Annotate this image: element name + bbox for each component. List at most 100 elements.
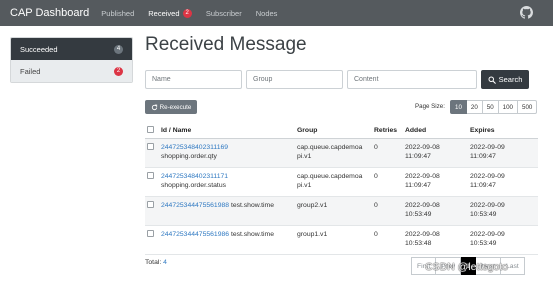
page-size-option[interactable]: 10 [450, 100, 467, 114]
github-icon[interactable] [520, 6, 533, 19]
column-header-id-name: Id / Name [161, 123, 297, 139]
row-select-cell [145, 167, 161, 197]
re-execute-label: Re-execute [159, 103, 192, 111]
total-count: Total: 4 [145, 259, 167, 266]
row-checkbox[interactable] [147, 171, 154, 179]
row-checkbox[interactable] [147, 200, 154, 208]
sidebar-item-succeeded[interactable]: Succeeded 4 [11, 38, 132, 60]
added-time: 10:53:49 [405, 211, 432, 218]
page-size-label: Page Size: [415, 103, 445, 110]
retries-cell: 0 [374, 225, 405, 255]
content-search-input[interactable] [347, 70, 477, 89]
nav-item-label: Nodes [255, 8, 278, 18]
message-name: test.show.time [230, 230, 275, 238]
expires-time: 11:09:47 [470, 153, 496, 160]
expires-cell: 2022-09-09 10:53:49 [470, 196, 538, 226]
column-header-expires: Expires [470, 123, 538, 139]
message-id-link[interactable]: 244725344475561986 [161, 231, 229, 238]
messages-table: Id / Name Group Retries Added Expires 24… [145, 123, 538, 255]
message-name: test.show.time [230, 201, 275, 209]
total-label: Total: [145, 259, 162, 266]
sidebar-item-label: Failed [20, 66, 41, 76]
table-header-row: Id / Name Group Retries Added Expires [145, 123, 538, 139]
message-name: shopping.order.qty [161, 153, 217, 160]
row-checkbox[interactable] [147, 229, 154, 237]
added-date: 2022-09-08 [405, 230, 440, 238]
table-row: 244725344475561988 test.show.time group2… [145, 196, 538, 226]
page-size-option[interactable]: 20 [466, 100, 483, 114]
group-cell: cap.queue.capdemoa pi.v1 [297, 167, 374, 197]
status-sidebar: Succeeded 4 Failed 2 [10, 37, 133, 83]
added-cell: 2022-09-08 10:53:49 [405, 196, 470, 226]
group-line: cap.queue.capdemoa [297, 172, 363, 180]
group-line: pi.v1 [297, 153, 312, 160]
group-cell: group2.v1 [297, 196, 374, 226]
column-header-added: Added [405, 123, 470, 139]
refresh-icon [151, 104, 157, 110]
expires-date: 2022-09-09 [470, 172, 505, 180]
group-cell: cap.queue.capdemoa pi.v1 [297, 138, 374, 168]
retries-cell: 0 [374, 138, 405, 168]
brand-title[interactable]: CAP Dashboard [10, 7, 89, 19]
select-all-cell [145, 123, 161, 139]
message-id-link[interactable]: 244725348402311171 [161, 172, 297, 182]
nav-item-nodes[interactable]: Nodes [256, 9, 278, 18]
nav-item-label: Published [101, 8, 135, 18]
top-navbar: CAP Dashboard Published Received 2 Subscr… [0, 0, 553, 26]
nav-item-label: Received [148, 8, 180, 18]
added-date: 2022-09-08 [405, 143, 440, 151]
expires-time: 10:53:49 [470, 211, 497, 218]
added-time: 11:09:47 [405, 182, 431, 189]
search-button[interactable]: Search [481, 70, 529, 89]
nav-item-subscriber[interactable]: Subscriber [206, 9, 242, 18]
nav-item-label: Subscriber [205, 8, 242, 18]
total-number: 4 [163, 259, 167, 266]
added-cell: 2022-09-08 10:53:48 [405, 225, 470, 255]
table-row: 244725348402311171 shopping.order.status … [145, 167, 538, 197]
page-size-option[interactable]: 100 [498, 100, 518, 114]
succeeded-count-badge: 4 [114, 44, 123, 54]
message-id-link[interactable]: 244725348402311169 [161, 143, 297, 153]
expires-date: 2022-09-09 [470, 201, 505, 209]
added-cell: 2022-09-08 11:09:47 [405, 138, 470, 168]
id-name-cell: 244725344475561988 test.show.time [161, 196, 297, 226]
name-search-input[interactable] [145, 70, 242, 89]
row-checkbox[interactable] [147, 142, 154, 150]
row-select-cell [145, 225, 161, 255]
expires-cell: 2022-09-09 10:53:49 [470, 225, 538, 255]
added-time: 11:09:47 [405, 153, 431, 160]
column-header-group: Group [297, 123, 374, 139]
failed-count-badge: 2 [114, 66, 123, 76]
re-execute-button[interactable]: Re-execute [145, 100, 197, 114]
sidebar-item-label: Succeeded [20, 44, 58, 54]
table-row: 244725348402311169 shopping.order.qty cap… [145, 138, 538, 168]
search-icon [488, 76, 496, 84]
page-title: Received Message [145, 34, 307, 55]
added-date: 2022-09-08 [405, 172, 440, 180]
group-line: group1.v1 [297, 230, 328, 238]
row-select-cell [145, 196, 161, 226]
page-size-option[interactable]: 500 [518, 100, 538, 114]
page-size-option[interactable]: 50 [482, 100, 499, 114]
group-cell: group1.v1 [297, 225, 374, 255]
nav-item-received[interactable]: Received 2 [148, 8, 192, 18]
select-all-checkbox[interactable] [147, 125, 154, 133]
id-name-cell: 244725344475561986 test.show.time [161, 225, 297, 255]
message-id-link[interactable]: 244725344475561988 [161, 202, 229, 209]
row-select-cell [145, 138, 161, 168]
added-time: 10:53:48 [405, 240, 432, 247]
watermark: CSDN @lettsgoto [425, 261, 509, 273]
group-line: group2.v1 [297, 201, 328, 209]
sidebar-item-failed[interactable]: Failed 2 [11, 60, 132, 82]
expires-date: 2022-09-09 [470, 143, 505, 151]
group-line: cap.queue.capdemoa [297, 143, 363, 151]
expires-cell: 2022-09-09 11:09:47 [470, 138, 538, 168]
nav-item-published[interactable]: Published [101, 9, 134, 18]
retries-cell: 0 [374, 196, 405, 226]
group-line: pi.v1 [297, 182, 312, 189]
retries-cell: 0 [374, 167, 405, 197]
group-search-input[interactable] [246, 70, 343, 89]
added-cell: 2022-09-08 11:09:47 [405, 167, 470, 197]
id-name-cell: 244725348402311169 shopping.order.qty [161, 138, 297, 168]
page-size-selector: 10 20 50 100 500 [450, 100, 538, 114]
